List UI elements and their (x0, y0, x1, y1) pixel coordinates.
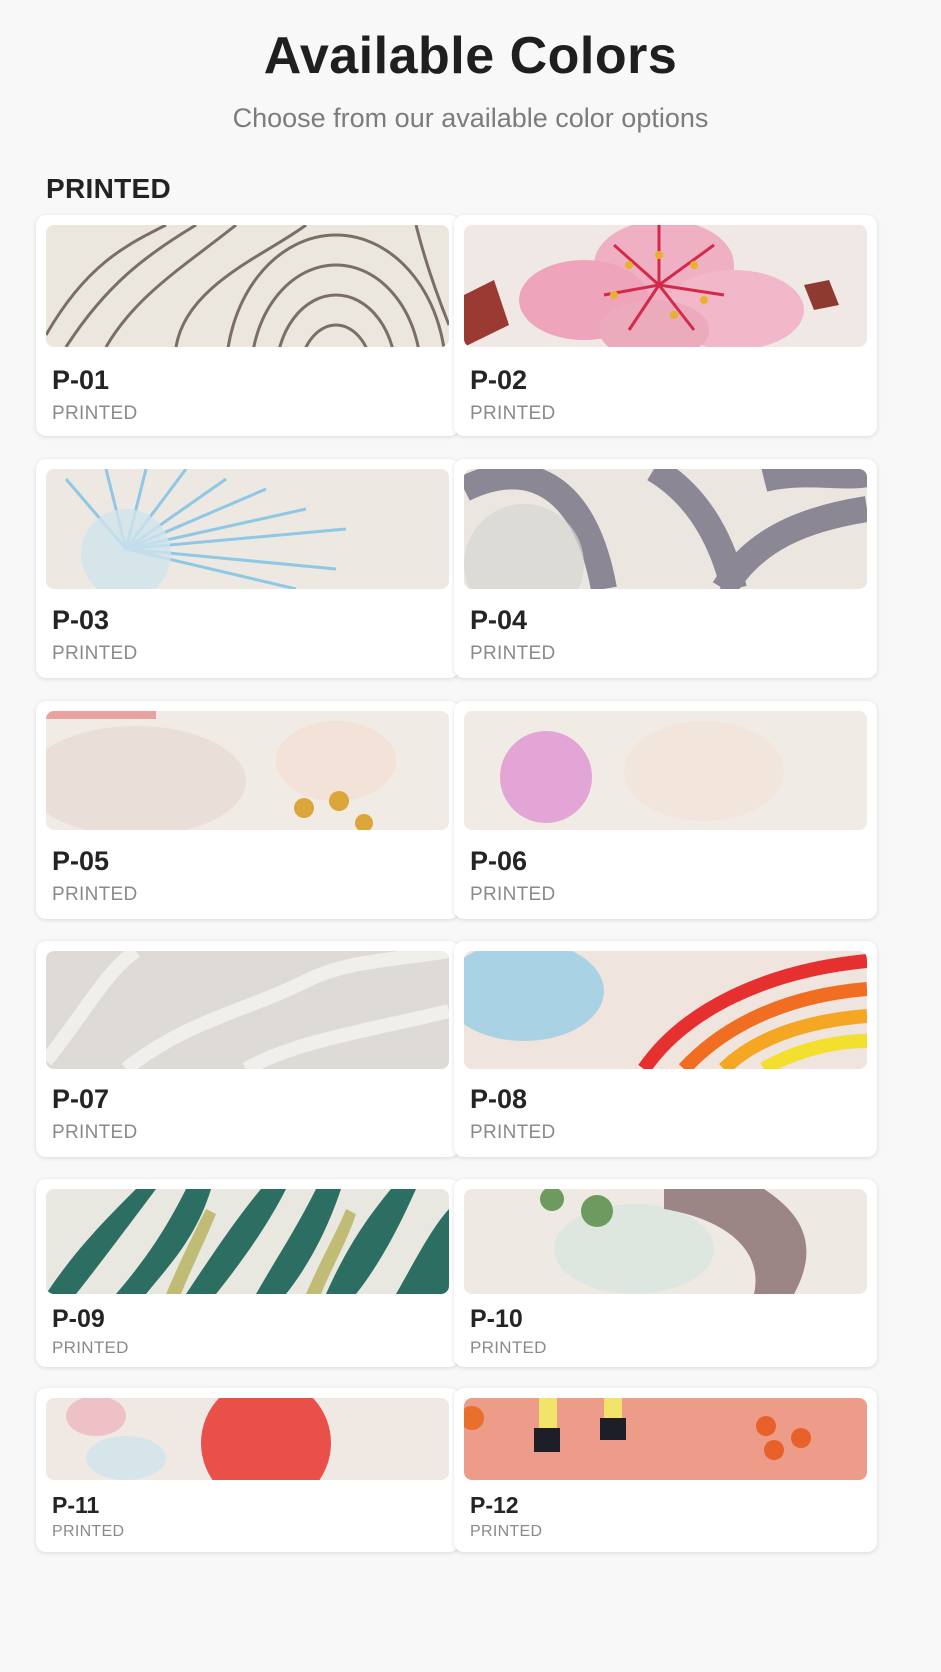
color-code: P-10 (470, 1305, 523, 1333)
color-type: PRINTED (470, 1338, 547, 1357)
color-code: P-01 (52, 365, 110, 395)
color-type: PRINTED (470, 403, 556, 424)
color-code: P-06 (470, 846, 528, 876)
swatch-image (464, 225, 867, 347)
color-card-p07[interactable]: P-07 PRINTED (36, 941, 459, 1157)
page-title: Available Colors (263, 27, 678, 85)
color-type: PRINTED (52, 884, 138, 905)
color-card-p02[interactable]: P-02 PRINTED (454, 215, 877, 436)
color-type: PRINTED (52, 403, 138, 424)
swatch-image (46, 225, 449, 347)
color-type: PRINTED (52, 643, 138, 664)
color-type: PRINTED (52, 1122, 138, 1143)
color-card-p10[interactable]: P-10 PRINTED (454, 1179, 877, 1367)
color-card-p09[interactable]: P-09 PRINTED (36, 1179, 459, 1367)
color-code: P-04 (470, 605, 528, 635)
color-card-p04[interactable]: P-04 PRINTED (454, 459, 877, 678)
color-card-p03[interactable]: P-03 PRINTED (36, 459, 459, 678)
color-card-p05[interactable]: P-05 PRINTED (36, 701, 459, 919)
color-code: P-09 (52, 1305, 105, 1333)
color-card-p08[interactable]: P-08 PRINTED (454, 941, 877, 1157)
color-type: PRINTED (470, 1122, 556, 1143)
color-code: P-08 (470, 1084, 528, 1114)
color-code: P-12 (470, 1492, 519, 1518)
color-code: P-02 (470, 365, 528, 395)
color-card-p12[interactable]: P-12 PRINTED (454, 1388, 877, 1552)
color-type: PRINTED (470, 643, 556, 664)
color-type: PRINTED (470, 1523, 543, 1540)
color-code: P-11 (52, 1492, 100, 1518)
color-type: PRINTED (52, 1523, 125, 1540)
section-title-printed: PRINTED (46, 173, 171, 204)
swatch-image (464, 951, 867, 1069)
swatch-image (464, 711, 867, 830)
swatch-image (464, 1398, 867, 1480)
swatch-image (46, 1398, 449, 1480)
color-card-p11[interactable]: P-11 PRINTED (36, 1388, 459, 1552)
swatch-image (46, 951, 449, 1069)
swatch-image (46, 469, 449, 589)
page-subtitle: Choose from our available color options (232, 103, 709, 133)
swatch-image (46, 1189, 449, 1294)
color-type: PRINTED (470, 884, 556, 905)
color-card-p01[interactable]: P-01 PRINTED (36, 215, 459, 436)
color-code: P-05 (52, 846, 110, 876)
color-code: P-03 (52, 605, 110, 635)
color-code: P-07 (52, 1084, 110, 1114)
color-type: PRINTED (52, 1338, 129, 1357)
swatch-image (464, 469, 867, 589)
swatch-image (46, 711, 449, 830)
swatch-image (464, 1189, 867, 1294)
color-card-p06[interactable]: P-06 PRINTED (454, 701, 877, 919)
